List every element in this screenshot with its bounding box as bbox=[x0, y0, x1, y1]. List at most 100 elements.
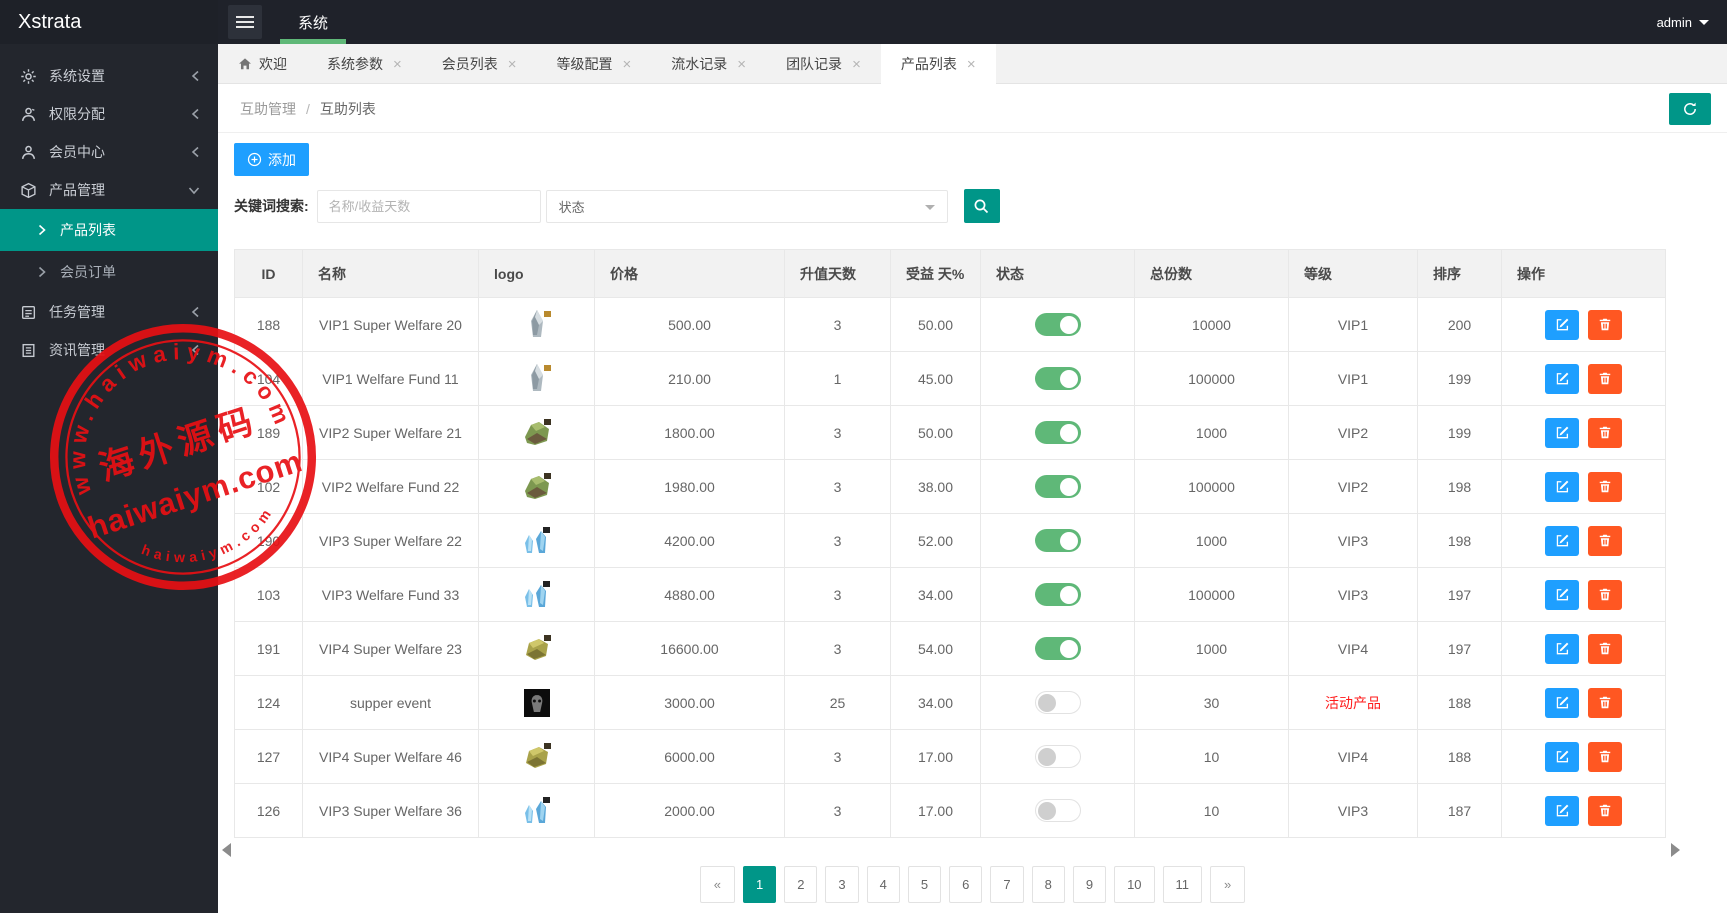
close-icon[interactable]: × bbox=[623, 56, 632, 73]
sidebar-subitem-product-list[interactable]: 产品列表 bbox=[0, 209, 218, 251]
edit-button[interactable] bbox=[1545, 687, 1579, 718]
sidebar-item-member-center[interactable]: 会员中心 bbox=[0, 133, 218, 171]
tab-home[interactable]: 欢迎 bbox=[218, 44, 307, 84]
status-toggle[interactable] bbox=[1034, 421, 1081, 444]
status-toggle[interactable] bbox=[1034, 637, 1081, 660]
sidebar-item-system-settings[interactable]: 系统设置 bbox=[0, 57, 218, 95]
edit-button[interactable] bbox=[1545, 633, 1579, 664]
sidebar-item-task-management[interactable]: 任务管理 bbox=[0, 293, 218, 331]
tab-item[interactable]: 团队记录 × bbox=[766, 44, 881, 84]
delete-button[interactable] bbox=[1588, 795, 1622, 826]
refresh-button[interactable] bbox=[1669, 93, 1711, 125]
page-button[interactable]: 4 bbox=[866, 866, 900, 903]
cell-days: 1 bbox=[784, 351, 891, 406]
edit-button[interactable] bbox=[1545, 525, 1579, 556]
next-page-button[interactable]: » bbox=[1210, 866, 1246, 903]
toggle-knob bbox=[1059, 531, 1078, 550]
scroll-right-icon[interactable] bbox=[1671, 843, 1680, 857]
cell-price: 2000.00 bbox=[594, 783, 785, 838]
hamburger-button[interactable] bbox=[228, 5, 262, 39]
prev-page-button[interactable]: « bbox=[699, 866, 735, 903]
status-toggle[interactable] bbox=[1034, 583, 1081, 606]
cell-price: 1980.00 bbox=[594, 459, 785, 514]
toggle-knob bbox=[1038, 801, 1056, 820]
edit-button[interactable] bbox=[1545, 309, 1579, 340]
edit-icon bbox=[1556, 534, 1568, 547]
cell-status bbox=[980, 405, 1135, 460]
close-icon[interactable]: × bbox=[967, 56, 976, 73]
scroll-left-icon[interactable] bbox=[222, 843, 231, 857]
edit-button[interactable] bbox=[1545, 417, 1579, 448]
status-toggle[interactable] bbox=[1034, 475, 1081, 498]
add-button[interactable]: 添加 bbox=[234, 143, 309, 176]
topnav-system[interactable]: 系统 bbox=[280, 0, 347, 44]
column-header: 升值天数 bbox=[784, 249, 891, 298]
cell-name: supper event bbox=[302, 675, 479, 730]
user-menu[interactable]: admin bbox=[1657, 0, 1709, 44]
sidebar-item-permissions[interactable]: 权限分配 bbox=[0, 95, 218, 133]
page-button[interactable]: 6 bbox=[949, 866, 983, 903]
edit-button[interactable] bbox=[1545, 363, 1579, 394]
status-toggle[interactable] bbox=[1034, 745, 1081, 768]
delete-button[interactable] bbox=[1588, 633, 1622, 664]
edit-button[interactable] bbox=[1545, 471, 1579, 502]
delete-button[interactable] bbox=[1588, 417, 1622, 448]
delete-button[interactable] bbox=[1588, 579, 1622, 610]
page-button[interactable]: 2 bbox=[784, 866, 818, 903]
topnav-label: 系统 bbox=[298, 14, 329, 32]
search-button[interactable] bbox=[963, 189, 1000, 223]
close-icon[interactable]: × bbox=[852, 56, 861, 73]
breadcrumb-parent[interactable]: 互助管理 bbox=[240, 99, 296, 119]
tab-item[interactable]: 系统参数 × bbox=[307, 44, 422, 84]
status-select[interactable]: 状态 bbox=[545, 189, 948, 223]
close-icon[interactable]: × bbox=[393, 56, 402, 73]
status-toggle[interactable] bbox=[1034, 367, 1081, 390]
edit-button[interactable] bbox=[1545, 741, 1579, 772]
page-button[interactable]: 11 bbox=[1162, 866, 1203, 903]
tab-item[interactable]: 等级配置 × bbox=[537, 44, 652, 84]
tab-label: 欢迎 bbox=[259, 56, 287, 72]
cell-percent: 38.00 bbox=[890, 459, 981, 514]
close-icon[interactable]: × bbox=[737, 56, 746, 73]
delete-button[interactable] bbox=[1588, 309, 1622, 340]
status-toggle[interactable] bbox=[1034, 799, 1081, 822]
page-button[interactable]: 10 bbox=[1114, 866, 1155, 903]
status-toggle[interactable] bbox=[1034, 313, 1081, 336]
delete-button[interactable] bbox=[1588, 687, 1622, 718]
delete-button[interactable] bbox=[1588, 741, 1622, 772]
close-icon[interactable]: × bbox=[508, 56, 517, 73]
sidebar-item-news-management[interactable]: 资讯管理 bbox=[0, 331, 218, 369]
toggle-knob bbox=[1059, 639, 1078, 658]
cell-status bbox=[980, 675, 1135, 730]
cell-total: 30 bbox=[1134, 675, 1289, 730]
permission-icon bbox=[21, 107, 36, 121]
grey-crystal-logo-image bbox=[518, 361, 556, 397]
page-button[interactable]: 3 bbox=[825, 866, 859, 903]
sidebar-subitem-member-orders[interactable]: 会员订单 bbox=[0, 251, 218, 293]
tab-item[interactable]: 会员列表 × bbox=[422, 44, 537, 84]
page-button[interactable]: 8 bbox=[1031, 866, 1065, 903]
pagination: «1 2 3 4 5 6 7 8 9 10 11» bbox=[218, 866, 1727, 903]
status-toggle[interactable] bbox=[1034, 529, 1081, 552]
delete-button[interactable] bbox=[1588, 471, 1622, 502]
cell-price: 1800.00 bbox=[594, 405, 785, 460]
sidebar-item-product-management[interactable]: 产品管理 bbox=[0, 171, 218, 209]
keyword-input[interactable] bbox=[316, 189, 541, 223]
page-button[interactable]: 5 bbox=[907, 866, 942, 903]
edit-button[interactable] bbox=[1545, 795, 1579, 826]
page-button[interactable]: 1 bbox=[742, 866, 777, 903]
delete-button[interactable] bbox=[1588, 525, 1622, 556]
page-button[interactable]: 7 bbox=[990, 866, 1024, 903]
cell-sort: 199 bbox=[1417, 351, 1502, 406]
cell-sort: 197 bbox=[1417, 621, 1502, 676]
tab-item[interactable]: 产品列表 × bbox=[880, 44, 996, 84]
edit-button[interactable] bbox=[1545, 579, 1579, 610]
status-toggle[interactable] bbox=[1034, 691, 1081, 714]
delete-button[interactable] bbox=[1588, 363, 1622, 394]
cell-status bbox=[980, 783, 1135, 838]
page-button[interactable]: 9 bbox=[1072, 866, 1107, 903]
tab-item[interactable]: 流水记录 × bbox=[651, 44, 766, 84]
cell-name: VIP2 Welfare Fund 22 bbox=[302, 459, 479, 514]
cell-days: 3 bbox=[784, 297, 891, 352]
trash-icon bbox=[1599, 534, 1611, 547]
